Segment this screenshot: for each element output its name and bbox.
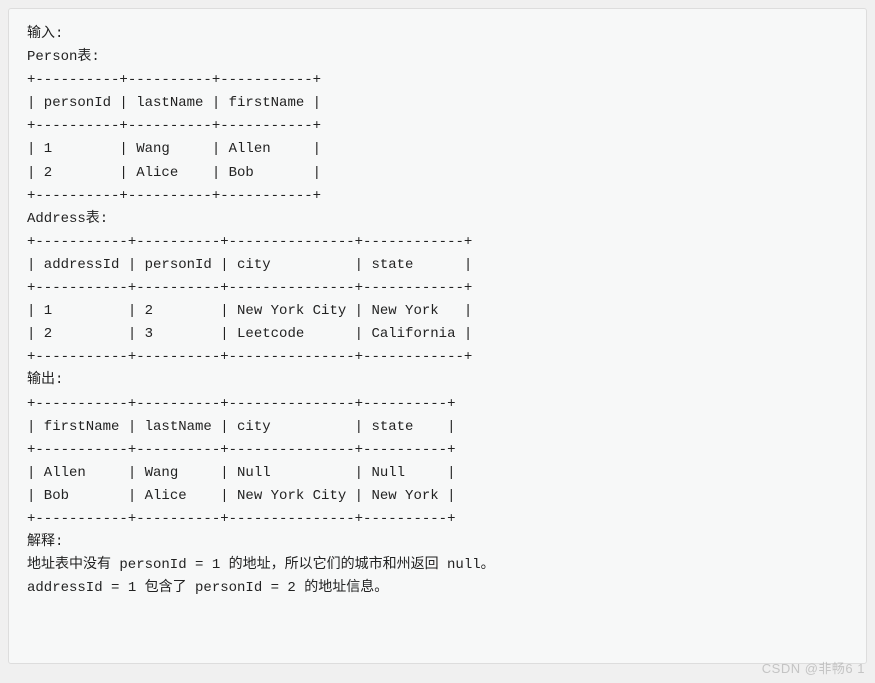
address-table-header: | addressId | personId | city | state |: [27, 257, 472, 273]
person-table-border-bottom: +----------+----------+-----------+: [27, 188, 321, 204]
address-table-row: | 1 | 2 | New York City | New York |: [27, 303, 472, 319]
person-table-label: Person表:: [27, 49, 100, 65]
address-table-border-mid: +-----------+----------+---------------+…: [27, 280, 472, 296]
output-table-row: | Allen | Wang | Null | Null |: [27, 465, 455, 481]
output-table-border-top: +-----------+----------+---------------+…: [27, 396, 455, 412]
output-table-border-bottom: +-----------+----------+---------------+…: [27, 511, 455, 527]
output-table-header: | firstName | lastName | city | state |: [27, 419, 455, 435]
person-table-header: | personId | lastName | firstName |: [27, 95, 321, 111]
person-table-border-top: +----------+----------+-----------+: [27, 72, 321, 88]
address-table-border-bottom: +-----------+----------+---------------+…: [27, 349, 472, 365]
address-table-border-top: +-----------+----------+---------------+…: [27, 234, 472, 250]
address-table-row: | 2 | 3 | Leetcode | California |: [27, 326, 472, 342]
output-table-border-mid: +-----------+----------+---------------+…: [27, 442, 455, 458]
person-table-row: | 2 | Alice | Bob |: [27, 165, 321, 181]
address-table-label: Address表:: [27, 211, 108, 227]
person-table-row: | 1 | Wang | Allen |: [27, 141, 321, 157]
person-table-border-mid: +----------+----------+-----------+: [27, 118, 321, 134]
output-table-row: | Bob | Alice | New York City | New York…: [27, 488, 455, 504]
output-header: 输出:: [27, 372, 72, 388]
explain-header: 解释:: [27, 534, 63, 550]
sql-example-code-block: 输入: Person表: +----------+----------+----…: [8, 8, 867, 664]
explain-line: addressId = 1 包含了 personId = 2 的地址信息。: [27, 580, 388, 596]
explain-line: 地址表中没有 personId = 1 的地址，所以它们的城市和州返回 null…: [27, 557, 495, 573]
input-header: 输入:: [27, 26, 72, 42]
